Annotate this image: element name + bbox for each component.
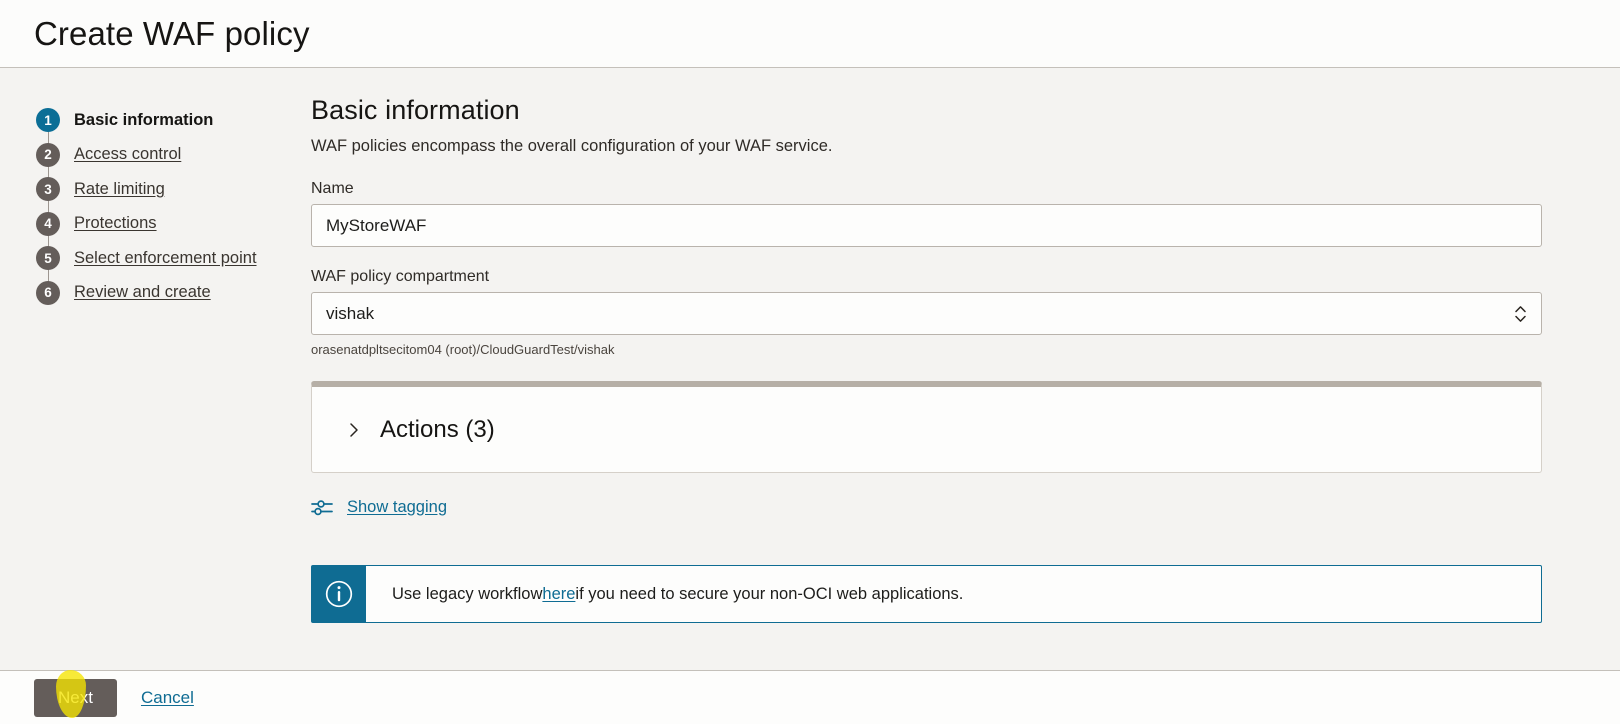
compartment-select-input[interactable] <box>311 292 1542 335</box>
wizard-step-basic-information[interactable]: 1 Basic information <box>36 103 285 155</box>
next-button[interactable]: Next <box>34 678 117 717</box>
wizard-footer: Next Cancel <box>0 670 1620 724</box>
cancel-button[interactable]: Cancel <box>141 688 194 708</box>
chevron-right-icon <box>350 422 358 437</box>
name-field-label: Name <box>311 180 354 197</box>
banner-message: Use legacy workflow here if you need to … <box>366 566 963 622</box>
legacy-workflow-info-banner: Use legacy workflow here if you need to … <box>311 565 1542 623</box>
step-number-badge: 3 <box>36 177 60 202</box>
banner-text-before: Use legacy workflow <box>392 584 543 603</box>
body-area: 1 Basic information 2 Access control 3 R… <box>0 69 1620 670</box>
banner-text-after: if you need to secure your non-OCI web a… <box>575 584 964 603</box>
actions-panel[interactable]: Actions (3) <box>311 381 1542 473</box>
show-tagging-label: Show tagging <box>347 497 447 516</box>
wizard-step-review-and-create[interactable]: 6 Review and create <box>36 276 285 311</box>
show-tagging-toggle[interactable]: Show tagging <box>311 497 447 517</box>
name-input[interactable] <box>311 204 1542 247</box>
wizard-step-select-enforcement-point[interactable]: 5 Select enforcement point <box>36 241 285 293</box>
legacy-workflow-link[interactable]: here <box>542 585 575 604</box>
compartment-field-group: WAF policy compartment orasenatdpltsecit… <box>311 268 1542 357</box>
step-label: Review and create <box>74 283 211 302</box>
wizard-step-rate-limiting[interactable]: 3 Rate limiting <box>36 172 285 224</box>
compartment-select-wrapper <box>311 292 1542 335</box>
step-label: Select enforcement point <box>74 248 257 267</box>
step-label: Protections <box>74 214 157 233</box>
section-title: Basic information <box>311 95 520 125</box>
info-icon <box>325 580 353 608</box>
step-number-badge: 6 <box>36 280 60 305</box>
wizard-step-list: 1 Basic information 2 Access control 3 R… <box>0 69 285 670</box>
step-label: Rate limiting <box>74 179 165 198</box>
compartment-field-label: WAF policy compartment <box>311 268 490 285</box>
step-label: Basic information <box>74 110 214 129</box>
banner-icon-container <box>312 566 366 622</box>
page-header: Create WAF policy <box>0 0 1620 68</box>
name-field-group: Name <box>311 180 1542 247</box>
step-number-badge: 5 <box>36 246 60 271</box>
actions-panel-title: Actions (3) <box>380 415 495 443</box>
compartment-path-helper-text: orasenatdpltsecitom04 (root)/CloudGuardT… <box>311 342 615 357</box>
page-title: Create WAF policy <box>34 14 310 52</box>
sliders-icon <box>311 500 333 516</box>
section-description: WAF policies encompass the overall confi… <box>311 137 833 155</box>
step-number-badge: 4 <box>36 211 60 236</box>
step-label: Access control <box>74 145 182 164</box>
step-number-badge: 2 <box>36 142 60 167</box>
wizard-step-protections[interactable]: 4 Protections <box>36 207 285 258</box>
wizard-step-access-control[interactable]: 2 Access control <box>36 138 285 189</box>
main-content: Basic information WAF policies encompass… <box>285 69 1620 670</box>
step-number-badge: 1 <box>36 108 60 133</box>
